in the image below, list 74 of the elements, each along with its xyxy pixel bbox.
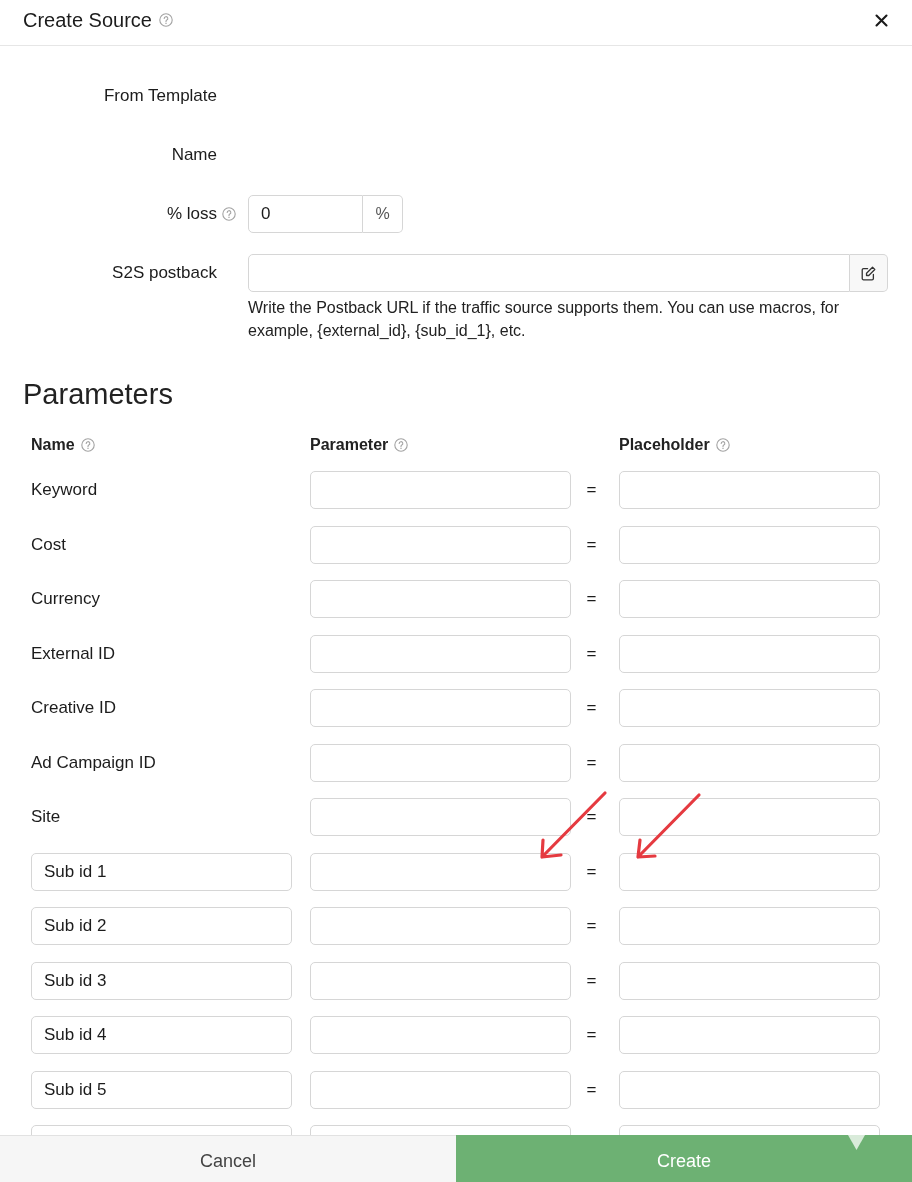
- equals-sign: =: [586, 806, 597, 828]
- parameter-name: Currency: [31, 588, 100, 610]
- equals-sign: =: [586, 860, 597, 883]
- unit-addon: %: [363, 195, 403, 233]
- help-icon[interactable]: [158, 13, 173, 27]
- name-field[interactable]: Sub id 4: [31, 1016, 292, 1054]
- field-hint: Write the Postback URL if the traffic source supports them. You can use macros, for example, {external_id}, {sub_id_1}, etc.: [248, 298, 841, 341]
- close-icon: [875, 13, 888, 27]
- edit-icon: [861, 265, 876, 281]
- parameter-field[interactable]: [310, 852, 571, 891]
- field-label: Name: [171, 144, 217, 166]
- placeholder-field[interactable]: [619, 743, 880, 782]
- annotation-arrow: [538, 790, 608, 860]
- equals-sign: =: [586, 969, 597, 992]
- placeholder-field[interactable]: [619, 1016, 880, 1054]
- field-label: S2S postback: [112, 262, 217, 284]
- field-label: % loss: [166, 203, 217, 225]
- parameter-field[interactable]: [310, 743, 571, 782]
- parameter-field[interactable]: [310, 634, 571, 673]
- equals-sign: =: [586, 697, 597, 719]
- placeholder-field[interactable]: [619, 1070, 880, 1109]
- close-button[interactable]: [875, 13, 888, 27]
- help-icon[interactable]: [222, 207, 236, 221]
- parameter-field[interactable]: [310, 689, 571, 727]
- name-field[interactable]: Sub id 3: [31, 961, 292, 1000]
- name-field[interactable]: Sub id 2: [31, 907, 292, 945]
- placeholder-field[interactable]: [619, 961, 880, 1000]
- placeholder-field[interactable]: [619, 580, 880, 618]
- equals-sign: =: [586, 1078, 597, 1101]
- equals-sign: =: [586, 533, 597, 556]
- column-header: Name: [31, 435, 75, 455]
- tooltip-tail-icon: [848, 1135, 865, 1150]
- name-field[interactable]: Sub id 5: [31, 1070, 292, 1109]
- parameter-name: Keyword: [31, 479, 98, 501]
- parameter-field[interactable]: [310, 961, 571, 1000]
- dialog-title: Create Source: [23, 8, 152, 32]
- column-header: Parameter: [310, 435, 389, 455]
- parameter-name: External ID: [31, 642, 116, 665]
- placeholder-field[interactable]: [619, 798, 880, 836]
- postback-url-field[interactable]: [248, 254, 850, 292]
- equals-sign: =: [586, 479, 597, 501]
- equals-sign: =: [586, 751, 597, 774]
- placeholder-field[interactable]: [619, 525, 880, 564]
- parameter-field[interactable]: [310, 471, 571, 509]
- loss-field[interactable]: 0: [248, 195, 363, 233]
- parameter-field[interactable]: [310, 580, 571, 618]
- parameter-field[interactable]: [310, 798, 571, 836]
- placeholder-field[interactable]: [619, 689, 880, 727]
- placeholder-field[interactable]: [619, 907, 880, 945]
- parameter-name: Ad Campaign ID: [31, 751, 156, 774]
- parameter-field[interactable]: [310, 525, 571, 564]
- cancel-button[interactable]: Cancel: [0, 1135, 456, 1182]
- parameter-field[interactable]: [310, 1016, 571, 1054]
- name-field[interactable]: Sub id 1: [31, 852, 292, 891]
- parameter-name: Cost: [31, 533, 66, 556]
- edit-button[interactable]: [850, 254, 888, 292]
- placeholder-field[interactable]: [619, 852, 880, 891]
- parameter-name: Site: [31, 806, 61, 828]
- parameter-field[interactable]: [310, 907, 571, 945]
- equals-sign: =: [586, 1024, 597, 1046]
- placeholder-field[interactable]: [619, 634, 880, 673]
- parameter-name: Creative ID: [31, 697, 117, 719]
- equals-sign: =: [586, 588, 597, 610]
- field-label: From Template: [103, 85, 217, 107]
- parameter-field[interactable]: [310, 1070, 571, 1109]
- equals-sign: =: [586, 915, 597, 937]
- placeholder-field[interactable]: [619, 471, 880, 509]
- section-title: Parameters: [23, 377, 174, 412]
- column-header: Placeholder: [619, 435, 710, 455]
- annotation-arrow: [634, 792, 702, 860]
- help-icon[interactable]: [715, 438, 730, 452]
- help-icon[interactable]: [394, 438, 409, 452]
- help-icon[interactable]: [80, 438, 95, 452]
- equals-sign: =: [586, 642, 597, 665]
